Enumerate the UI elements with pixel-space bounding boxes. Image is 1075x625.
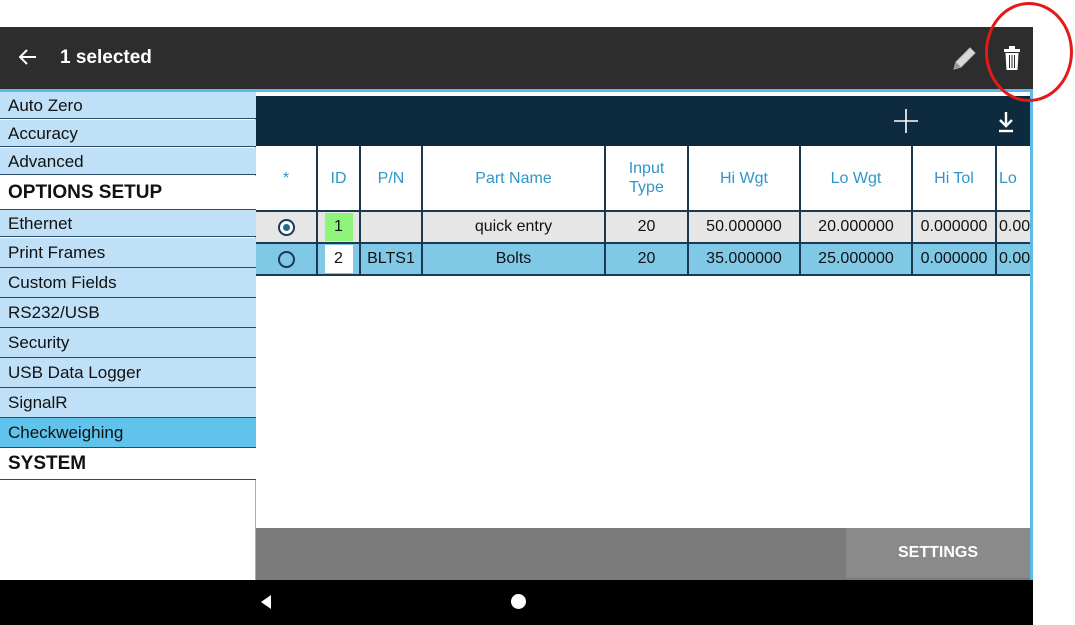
- column-header-lo-wgt[interactable]: Lo Wgt: [801, 146, 913, 210]
- row-id: 1: [324, 213, 353, 241]
- row-lo-wgt: 25.000000: [801, 244, 913, 274]
- sidebar-item-ethernet[interactable]: Ethernet: [0, 210, 256, 237]
- download-button[interactable]: [996, 110, 1016, 134]
- sidebar-item-auto-zero[interactable]: Auto Zero: [0, 92, 256, 119]
- row-id-cell: 1: [318, 212, 361, 242]
- table-row[interactable]: 1 quick entry 20 50.000000 20.000000 0.0…: [256, 212, 1030, 244]
- sidebar-item-accuracy[interactable]: Accuracy: [0, 120, 256, 147]
- pencil-icon: [953, 47, 976, 70]
- radio-unselected-icon: [277, 250, 295, 268]
- column-header-lo-tol[interactable]: Lo: [997, 146, 1030, 210]
- main-panel: * ID P/N Part Name Input Type Hi Wgt Lo …: [256, 92, 1033, 580]
- table-header-row: * ID P/N Part Name Input Type Hi Wgt Lo …: [256, 146, 1030, 212]
- sidebar-item-signalr[interactable]: SignalR: [0, 388, 256, 418]
- app-screen: 1 selected Auto Zero Accuracy Advanced O…: [0, 0, 1075, 625]
- column-header-pn[interactable]: P/N: [361, 146, 423, 210]
- row-select-radio[interactable]: [256, 212, 318, 242]
- sidebar-item-rs232-usb[interactable]: RS232/USB: [0, 298, 256, 328]
- nav-back-icon[interactable]: [259, 594, 273, 610]
- sidebar-item-advanced[interactable]: Advanced: [0, 148, 256, 175]
- column-header-hi-wgt[interactable]: Hi Wgt: [689, 146, 801, 210]
- row-hi-tol: 0.000000: [913, 244, 997, 274]
- edit-button[interactable]: [946, 41, 980, 75]
- radio-selected-icon: [277, 218, 295, 236]
- annotation-circle: [985, 2, 1073, 102]
- row-pn: [361, 212, 423, 242]
- sidebar-item-security[interactable]: Security: [0, 328, 256, 358]
- row-part-name: Bolts: [423, 244, 606, 274]
- system-nav-bar: [0, 580, 1033, 625]
- sidebar-item-print-frames[interactable]: Print Frames: [0, 238, 256, 268]
- selection-title: 1 selected: [60, 47, 152, 68]
- nav-home-icon[interactable]: [511, 594, 526, 609]
- row-input-type: 20: [606, 212, 689, 242]
- row-hi-wgt: 50.000000: [689, 212, 801, 242]
- table-toolbar: [256, 96, 1030, 146]
- row-lo-wgt: 20.000000: [801, 212, 913, 242]
- sidebar-item-custom-fields[interactable]: Custom Fields: [0, 268, 256, 298]
- row-id-cell: 2: [318, 244, 361, 274]
- arrow-left-icon: [19, 49, 36, 65]
- add-button[interactable]: [891, 106, 921, 136]
- section-header-system: SYSTEM: [0, 448, 256, 480]
- column-header-id[interactable]: ID: [318, 146, 361, 210]
- plus-icon: [894, 109, 918, 133]
- row-lo-tol: 0.00: [999, 250, 1030, 267]
- column-header-input-type[interactable]: Input Type: [606, 146, 689, 210]
- settings-button[interactable]: SETTINGS: [846, 528, 1030, 578]
- row-pn: BLTS1: [361, 244, 423, 274]
- row-hi-tol: 0.000000: [913, 212, 997, 242]
- row-hi-wgt: 35.000000: [689, 244, 801, 274]
- column-header-part-name[interactable]: Part Name: [423, 146, 606, 210]
- row-lo-tol: 0.00: [999, 218, 1030, 235]
- sidebar-item-usb-data-logger[interactable]: USB Data Logger: [0, 358, 256, 388]
- column-header-hi-tol[interactable]: Hi Tol: [913, 146, 997, 210]
- section-header-options-setup: OPTIONS SETUP: [0, 176, 256, 210]
- row-id: 2: [324, 245, 353, 273]
- app-bar: 1 selected: [0, 27, 1033, 89]
- column-header-select: *: [256, 146, 318, 210]
- table-row[interactable]: 2 BLTS1 Bolts 20 35.000000 25.000000 0.0…: [256, 244, 1030, 276]
- row-input-type: 20: [606, 244, 689, 274]
- sidebar-item-checkweighing[interactable]: Checkweighing: [0, 418, 256, 448]
- download-icon: [999, 112, 1013, 133]
- sidebar: Auto Zero Accuracy Advanced OPTIONS SETU…: [0, 92, 256, 580]
- back-button[interactable]: [14, 43, 42, 71]
- row-part-name: quick entry: [423, 212, 606, 242]
- row-select-radio[interactable]: [256, 244, 318, 274]
- parts-table: * ID P/N Part Name Input Type Hi Wgt Lo …: [256, 146, 1030, 306]
